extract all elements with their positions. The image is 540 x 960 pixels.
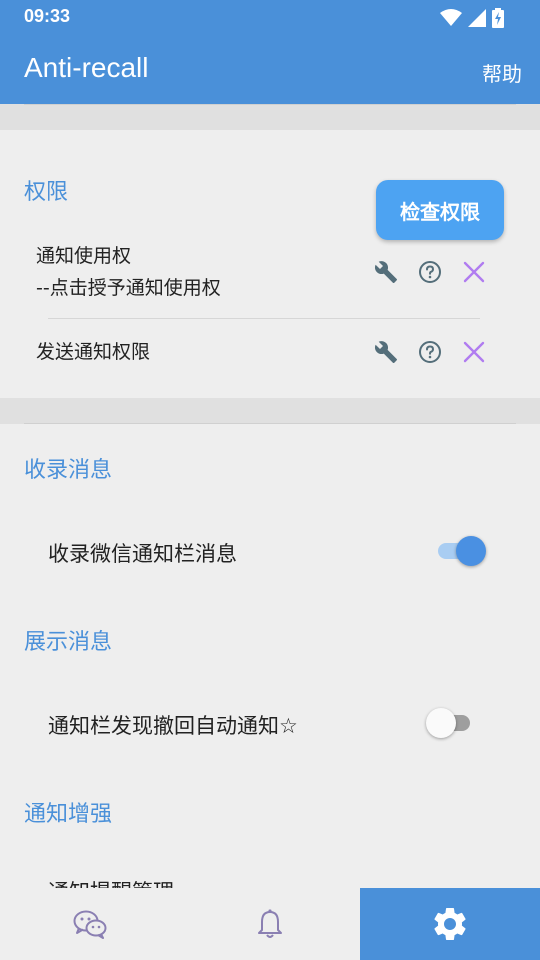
bottom-nav bbox=[0, 888, 540, 960]
help-circle-icon[interactable] bbox=[418, 260, 442, 284]
enhance-section-title: 通知增强 bbox=[24, 802, 113, 827]
check-permissions-button[interactable]: 检查权限 bbox=[376, 180, 504, 240]
close-icon[interactable] bbox=[462, 340, 486, 364]
notification-reminder-label[interactable]: 通知提醒管理 bbox=[48, 876, 174, 888]
auto-notify-toggle[interactable] bbox=[426, 708, 478, 738]
wrench-icon[interactable] bbox=[374, 260, 398, 284]
permissions-title: 权限 bbox=[24, 180, 69, 205]
settings-content[interactable]: 权限 检查权限 通知使用权 --点击授予通知使用权 发送通知权限 收录消息 收录… bbox=[0, 104, 540, 888]
auto-notify-label: 通知栏发现撤回自动通知☆ bbox=[48, 714, 298, 738]
notification-access-row[interactable]: 通知使用权 --点击授予通知使用权 bbox=[36, 240, 496, 310]
nav-messages-tab[interactable] bbox=[0, 888, 180, 960]
row-actions bbox=[374, 260, 486, 284]
section-spacer bbox=[0, 398, 540, 424]
bell-icon bbox=[258, 909, 282, 938]
signal-icon bbox=[468, 9, 486, 27]
gear-icon bbox=[434, 908, 466, 940]
display-section-title: 展示消息 bbox=[24, 630, 113, 655]
wrench-icon[interactable] bbox=[374, 340, 398, 364]
status-time: 09:33 bbox=[24, 6, 71, 26]
send-notification-row[interactable]: 发送通知权限 bbox=[36, 336, 496, 376]
chat-icon bbox=[73, 910, 107, 939]
row-actions bbox=[374, 340, 486, 364]
divider bbox=[48, 318, 480, 319]
status-icons bbox=[440, 8, 504, 28]
section-spacer bbox=[0, 104, 540, 130]
record-section-title: 收录消息 bbox=[24, 458, 113, 483]
nav-notifications-tab[interactable] bbox=[180, 888, 360, 960]
record-wechat-label: 收录微信通知栏消息 bbox=[48, 542, 237, 566]
permissions-card: 权限 检查权限 通知使用权 --点击授予通知使用权 发送通知权限 bbox=[0, 130, 540, 398]
close-icon[interactable] bbox=[462, 260, 486, 284]
divider bbox=[24, 423, 516, 424]
status-bar: 09:33 bbox=[0, 0, 540, 34]
battery-charging-icon bbox=[492, 8, 504, 28]
toggle-thumb bbox=[426, 708, 456, 738]
app-title: Anti-recall bbox=[24, 52, 149, 83]
divider bbox=[24, 104, 516, 105]
help-circle-icon[interactable] bbox=[418, 340, 442, 364]
nav-settings-tab[interactable] bbox=[360, 888, 540, 960]
help-button[interactable]: 帮助 bbox=[482, 58, 522, 87]
wifi-icon bbox=[440, 9, 462, 26]
app-bar: Anti-recall 帮助 bbox=[0, 34, 540, 104]
toggle-thumb bbox=[456, 536, 486, 566]
record-wechat-toggle[interactable] bbox=[434, 536, 486, 566]
